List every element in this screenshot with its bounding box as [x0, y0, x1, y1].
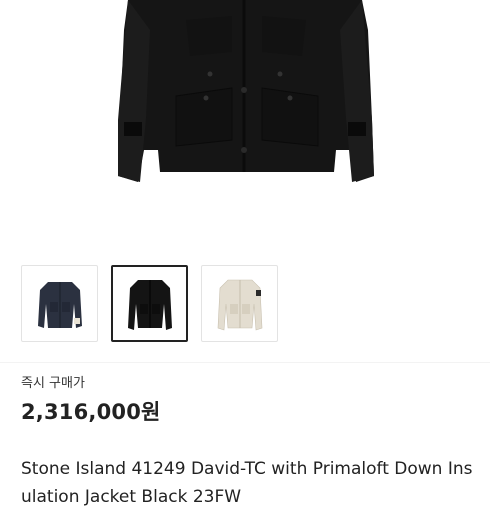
jacket-beige-thumbnail-icon: [217, 279, 262, 330]
thumbnail-black-jacket[interactable]: [111, 265, 188, 342]
black-jacket-image: [118, 0, 374, 182]
product-main-image[interactable]: [0, 0, 490, 238]
jacket-black-thumbnail-icon: [127, 279, 172, 330]
thumbnail-beige-jacket[interactable]: [201, 265, 278, 342]
image-thumbnail-strip: [21, 265, 278, 342]
section-divider: [0, 362, 490, 363]
instant-purchase-label: 즉시 구매가: [21, 376, 85, 391]
thumbnail-navy-jacket[interactable]: [21, 265, 98, 342]
jacket-navy-thumbnail-icon: [37, 281, 82, 328]
product-title: Stone Island 41249 David-TC with Primalo…: [21, 459, 473, 507]
price-value: 2,316,000원: [21, 400, 161, 424]
